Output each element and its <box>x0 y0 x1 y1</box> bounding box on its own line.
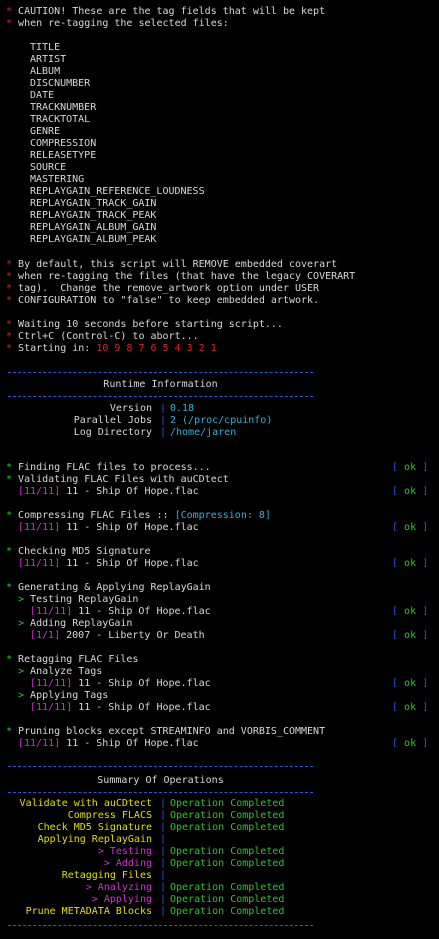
ok-status: [ ok ] <box>392 558 429 569</box>
coverart-line: * when re-tagging the files (that have t… <box>6 271 356 282</box>
divider <box>8 372 313 373</box>
step-md5: * Checking MD5 Signature <box>6 546 151 557</box>
ok-status: [ ok ] <box>392 522 429 533</box>
coverart-line: * tag). Change the remove_artwork option… <box>6 283 320 294</box>
ok-status: [ ok ] <box>392 630 429 641</box>
summary-label: > Adding <box>103 858 152 869</box>
runtime-value: 2 (/proc/cpuinfo) <box>170 415 273 426</box>
countdown: 10 9 8 7 6 5 4 3 2 1 <box>96 343 217 354</box>
file-line: [11/11] 11 - Ship Of Hope.flac <box>30 702 211 713</box>
summary-title: Summary Of Operations <box>97 775 224 786</box>
tag-name: DISCNUMBER <box>30 78 91 89</box>
file-line: [11/11] 11 - Ship Of Hope.flac <box>30 606 211 617</box>
tag-name: COMPRESSION <box>30 138 97 149</box>
summary-value: Operation Completed <box>170 882 285 893</box>
ok-status: [ ok ] <box>392 678 429 689</box>
ok-status: [ ok ] <box>392 702 429 713</box>
coverart-line: * CONFIGURATION to "false" to keep embed… <box>6 295 320 306</box>
tag-name: TRACKTOTAL <box>30 114 91 125</box>
summary-value: Operation Completed <box>170 906 285 917</box>
divider <box>8 925 313 926</box>
ok-status: [ ok ] <box>392 486 429 497</box>
summary-value: Operation Completed <box>170 894 285 905</box>
tag-name: REPLAYGAIN_ALBUM_GAIN <box>30 222 157 233</box>
tag-name: TITLE <box>30 42 61 53</box>
substep-adding: > Adding ReplayGain <box>18 618 133 629</box>
tag-name: MASTERING <box>30 174 85 185</box>
summary-label: Compress FLACS <box>67 810 152 821</box>
substep-applying: > Applying Tags <box>18 690 109 701</box>
file-line: [11/11] 11 - Ship Of Hope.flac <box>18 558 199 569</box>
tag-name: TRACKNUMBER <box>30 102 97 113</box>
summary-label: > Analyzing <box>85 882 152 893</box>
ok-status: [ ok ] <box>392 606 429 617</box>
step-retagging: * Retagging FLAC Files <box>6 654 139 665</box>
runtime-label: Log Directory <box>73 427 152 438</box>
divider <box>8 792 313 793</box>
divider <box>8 396 313 397</box>
step-replaygain: * Generating & Applying ReplayGain <box>6 582 211 593</box>
divider: | <box>160 427 167 438</box>
divider: | <box>160 906 167 917</box>
summary-label: Prune METADATA Blocks <box>25 906 152 917</box>
abort-line: * Ctrl+C (Control-C) to abort... <box>6 331 199 342</box>
divider <box>8 766 313 767</box>
substep-testing: > Testing ReplayGain <box>18 594 139 605</box>
step-pruning: * Pruning blocks except STREAMINFO and V… <box>6 726 326 737</box>
summary-value: Operation Completed <box>170 858 285 869</box>
runtime-label: Parallel Jobs <box>73 415 152 426</box>
tag-name: DATE <box>30 90 55 101</box>
tag-name: REPLAYGAIN_TRACK_GAIN <box>30 198 157 209</box>
divider: | <box>160 882 167 893</box>
tag-name: GENRE <box>30 126 61 137</box>
runtime-value: /home/jaren <box>170 427 237 438</box>
summary-label: Applying ReplayGain <box>37 834 152 845</box>
tag-name: REPLAYGAIN_ALBUM_PEAK <box>30 234 157 245</box>
divider: | <box>160 403 167 414</box>
caution-line: * CAUTION! These are the tag fields that… <box>6 6 326 17</box>
summary-label: Retagging Files <box>61 870 152 881</box>
runtime-value: 0.18 <box>170 403 195 414</box>
divider: | <box>160 810 167 821</box>
file-line: [11/11] 11 - Ship Of Hope.flac <box>18 738 199 749</box>
tag-name: RELEASETYPE <box>30 150 97 161</box>
divider: | <box>160 822 167 833</box>
step-validating: * Validating FLAC Files with auCDtect <box>6 474 229 485</box>
album-line: [1/1] 2007 - Liberty Or Death <box>30 630 205 641</box>
caution-line: * when re-tagging the selected files: <box>6 18 229 29</box>
runtime-title: Runtime Information <box>103 379 218 390</box>
divider: | <box>160 870 167 881</box>
file-line: [11/11] 11 - Ship Of Hope.flac <box>30 678 211 689</box>
ok-status: [ ok ] <box>392 462 429 473</box>
divider: | <box>160 798 167 809</box>
divider: | <box>160 858 167 869</box>
divider: | <box>160 894 167 905</box>
summary-label: Check MD5 Signature <box>37 822 152 833</box>
step-finding: * Finding FLAC files to process... <box>6 462 211 473</box>
divider: | <box>160 834 167 845</box>
summary-value: Operation Completed <box>170 846 285 857</box>
runtime-label: Version <box>109 403 152 414</box>
summary-label: Validate with auCDtect <box>19 798 152 809</box>
file-line: [11/11] 11 - Ship Of Hope.flac <box>18 486 199 497</box>
summary-value: Operation Completed <box>170 810 285 821</box>
tag-name: ALBUM <box>30 66 61 77</box>
tag-name: SOURCE <box>30 162 67 173</box>
summary-value: Operation Completed <box>170 822 285 833</box>
divider: | <box>160 415 167 426</box>
divider: | <box>160 846 167 857</box>
summary-label: > Testing <box>97 846 152 857</box>
summary-value: Operation Completed <box>170 798 285 809</box>
waiting-line: * Waiting 10 seconds before starting scr… <box>6 319 283 330</box>
substep-analyze: > Analyze Tags <box>18 666 103 677</box>
starting-line: * Starting in: 10 9 8 7 6 5 4 3 2 1 <box>6 343 217 354</box>
tag-name: ARTIST <box>30 54 67 65</box>
summary-label: > Applying <box>91 894 152 905</box>
file-line: [11/11] 11 - Ship Of Hope.flac <box>18 522 199 533</box>
tag-name: REPLAYGAIN_TRACK_PEAK <box>30 210 157 221</box>
step-compressing: * Compressing FLAC Files :: [Compression… <box>6 510 271 521</box>
coverart-line: * By default, this script will REMOVE em… <box>6 259 338 270</box>
ok-status: [ ok ] <box>392 738 429 749</box>
tag-name: REPLAYGAIN_REFERENCE_LOUDNESS <box>30 186 205 197</box>
